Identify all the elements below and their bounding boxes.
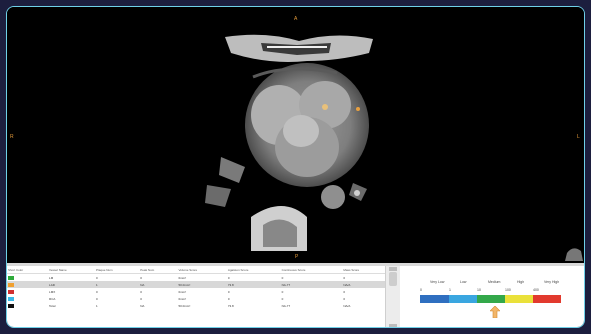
mass-score-cell: NA/A: [343, 303, 351, 308]
plaque-num-cell: 0: [96, 275, 98, 280]
table-scrollbar[interactable]: [385, 266, 400, 327]
header-peak-num[interactable]: Peak Num: [139, 266, 178, 274]
mass-score-cell: 0: [343, 296, 346, 301]
ct-image-viewer[interactable]: A P R L: [7, 7, 584, 263]
agatston-score-cell: 73.8: [226, 281, 281, 288]
scale-segment-low: [449, 295, 477, 303]
orientation-right: L: [577, 134, 580, 140]
header-agatston-score[interactable]: Agatston Score: [226, 266, 281, 274]
scroll-thumb[interactable]: [389, 272, 397, 286]
volume-score-cell: 0mm³: [178, 289, 187, 294]
scroll-down-arrow-icon[interactable]: [389, 324, 397, 327]
score-table-panel: Short Color Vessel Name Plaque Num Peak …: [7, 266, 385, 327]
color-swatch: [8, 296, 14, 301]
ct-scan-image: [205, 34, 583, 261]
vessel-name-cell: LAD: [48, 281, 96, 288]
color-swatch: [8, 303, 14, 308]
volume-score-cell: 50.0mm³: [177, 281, 227, 288]
orientation-left: R: [10, 134, 14, 140]
scale-label-very-high: Very High: [544, 280, 560, 284]
volume-score-cell: 0mm³: [178, 275, 187, 280]
continuous-score-cell: 0: [281, 275, 284, 280]
peak-num-cell: NA: [140, 303, 145, 308]
mass-score-cell: 0: [343, 275, 346, 280]
peak-num-cell: 0: [140, 296, 142, 301]
peak-num-cell: NA: [139, 281, 178, 288]
mass-score-cell: 0: [343, 289, 346, 294]
continuous-score-cell: 0: [281, 296, 284, 301]
scale-segment-very-low: [420, 295, 449, 303]
table-row[interactable]: LM 0 0 0mm³ 0 0 0: [7, 274, 385, 282]
table-row[interactable]: Total 1 NA 50.0mm³ 73.8 NA-77 NA/A: [7, 302, 385, 309]
vessel-name-cell: Total: [49, 303, 56, 308]
peak-num-cell: 0: [140, 275, 142, 280]
header-plaque-num[interactable]: Plaque Num: [95, 266, 140, 274]
agatston-score-cell: 0: [227, 289, 230, 294]
header-mass-score[interactable]: Mass Score: [342, 266, 385, 274]
table-header-row: Short Color Vessel Name Plaque Num Peak …: [7, 266, 385, 274]
header-volume-score[interactable]: Volume Score: [177, 266, 227, 274]
orientation-bottom: P: [295, 254, 299, 260]
scale-label-very-low: Very Low: [430, 280, 445, 284]
header-continuous-score[interactable]: Continuous Score: [280, 266, 343, 274]
table-row[interactable]: RCA 0 0 0mm³ 0 0 0: [7, 295, 385, 302]
agatston-score-cell: 0: [227, 296, 230, 301]
calcium-score-table: Short Color Vessel Name Plaque Num Peak …: [7, 266, 385, 309]
scale-tick-10: 10: [477, 288, 481, 292]
scale-tick-100: 100: [505, 288, 511, 292]
app-frame: A P R L Short Color Vessel Name Plaque N…: [6, 6, 585, 328]
scale-segment-high: [505, 295, 533, 303]
scale-segment-very-high: [533, 295, 561, 303]
plaque-num-cell: 0: [96, 289, 98, 294]
vessel-name-cell: LM: [49, 275, 54, 280]
plaque-num-cell: 1: [95, 281, 140, 288]
peak-num-cell: 0: [140, 289, 142, 294]
agatston-score-cell: 0: [227, 275, 230, 280]
header-short-color[interactable]: Short Color: [7, 266, 49, 274]
vessel-name-cell: RCA: [49, 296, 56, 301]
scale-tick-0: 0: [420, 288, 422, 292]
mass-score-cell: NA/A: [342, 281, 385, 288]
scale-segment-medium: [477, 295, 505, 303]
scale-label-low: Low: [460, 280, 467, 284]
continuous-score-cell: NA-77: [280, 281, 343, 288]
table-row[interactable]: LMX 0 0 0mm³ 0 0 0: [7, 288, 385, 295]
scale-tick-1: 1: [449, 288, 451, 292]
volume-score-cell: 50.0mm³: [178, 303, 191, 308]
agatston-score-cell: 73.8: [227, 303, 234, 308]
table-row[interactable]: LAD 1 NA 50.0mm³ 73.8 NA-77 NA/A: [7, 281, 385, 288]
color-swatch: [8, 275, 14, 280]
color-swatch: [8, 282, 14, 287]
risk-scale-panel: Very Low Low Medium High Very High 0 1 1…: [400, 266, 584, 327]
scale-tick-400: 400: [533, 288, 539, 292]
risk-indicator-arrow-icon: [490, 306, 500, 318]
vessel-name-cell: LMX: [49, 289, 56, 294]
plaque-num-cell: 1: [96, 303, 98, 308]
continuous-score-cell: 0: [281, 289, 284, 294]
continuous-score-cell: NA-77: [281, 303, 291, 308]
scale-label-high: High: [517, 280, 525, 284]
color-swatch: [8, 289, 14, 294]
orientation-top: A: [294, 16, 298, 22]
header-vessel-name[interactable]: Vessel Name: [48, 266, 96, 274]
scroll-up-arrow-icon[interactable]: [389, 267, 397, 271]
scale-label-medium: Medium: [488, 280, 501, 284]
plaque-num-cell: 0: [96, 296, 98, 301]
volume-score-cell: 0mm³: [178, 296, 187, 301]
